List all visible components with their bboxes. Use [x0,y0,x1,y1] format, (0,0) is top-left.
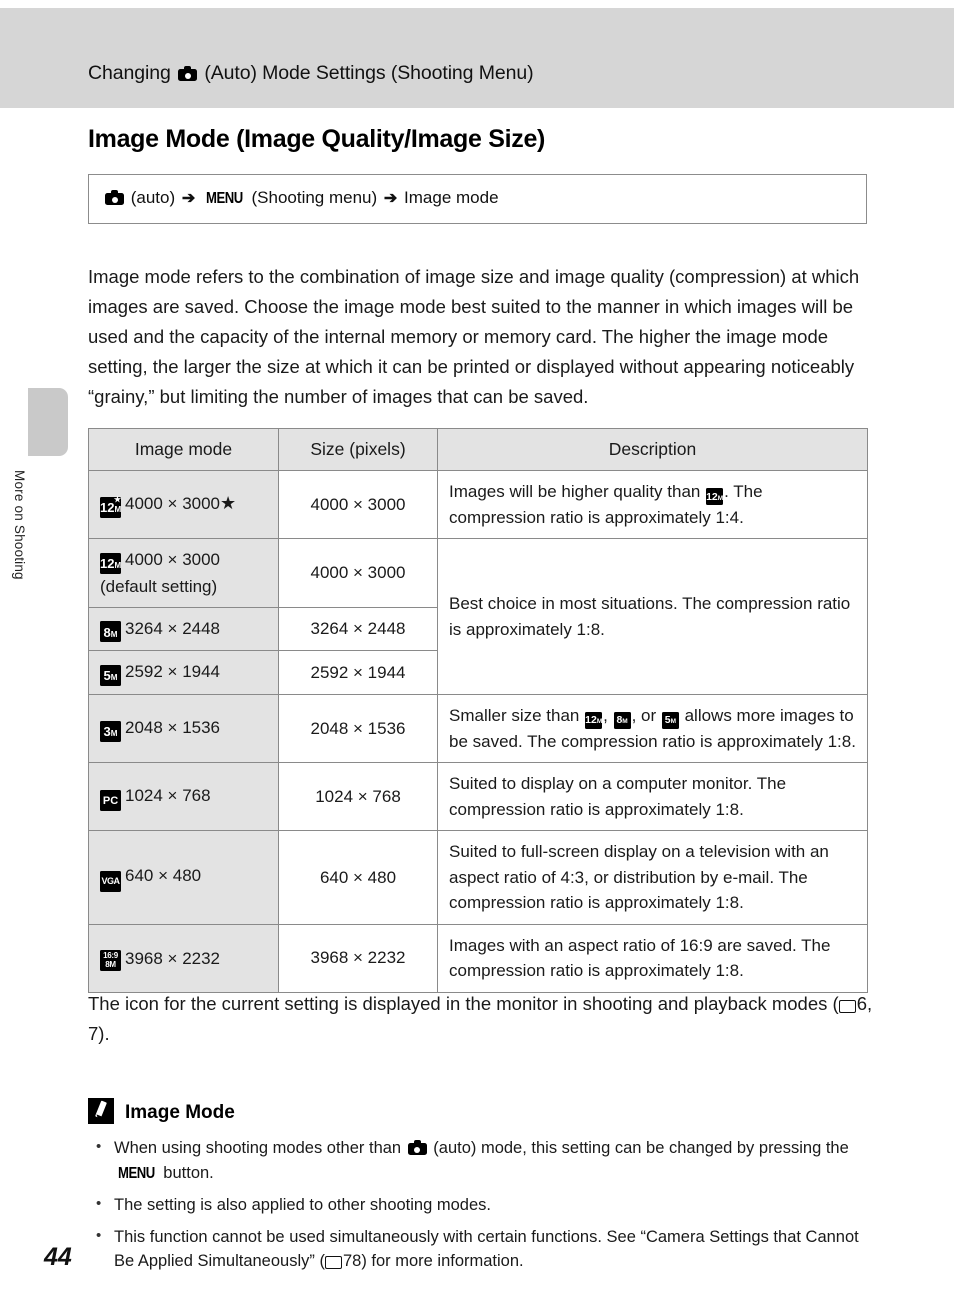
table-row: 16:9 8M 3968 × 2232 3968 × 2232 Images wit… [88,923,868,993]
mode-label: 640 × 480 [125,866,202,886]
mode-badge-8m: 8M [100,621,121,643]
mode-badge-5m-inline: 5M [661,711,679,729]
desc-sep-2: , or [631,705,661,725]
column-header-size: Size (pixels) [278,428,438,471]
cell-image-mode: 5M 2592 × 1944 [88,650,279,695]
table-row: PC 1024 × 768 1024 × 768 Suited to displa… [88,762,868,832]
cell-size: 2048 × 1536 [278,693,438,764]
mode-default-note: (default setting) [100,576,218,596]
table-row: 12M4000 × 3000★ 4000 × 3000 Images will … [88,469,868,540]
mode-badge-vga: VGA [100,870,121,892]
camera-icon [105,190,124,205]
cell-description: Images with an aspect ratio of 16:9 are … [437,923,868,993]
cell-description: Smaller size than 12M, 8M, or 5M allows … [437,693,868,764]
mode-badge-12m-star: 12M [100,496,121,518]
page-title: Image Mode (Image Quality/Image Size) [88,125,546,153]
mode-badge-12m-inline: 12M [585,711,602,729]
running-header-suffix: (Auto) Mode Settings (Shooting Menu) [204,62,534,84]
star-icon: ★ [220,493,237,514]
image-mode-table: Image mode Size (pixels) Description 12M… [88,428,868,993]
arrow-right-icon-2: ➔ [383,190,398,207]
cell-image-mode: 16:9 8M 3968 × 2232 [88,923,279,993]
cell-size: 3968 × 2232 [278,923,438,993]
mode-label: 4000 × 3000 [125,494,221,514]
column-header-description: Description [437,428,868,471]
table-header-row: Image mode Size (pixels) Description [88,428,868,471]
cell-image-mode: VGA 640 × 480 [88,830,279,925]
arrow-right-icon: ➔ [181,190,196,207]
mode-label: 3264 × 2448 [125,618,221,638]
chapter-thumb-tab [28,388,68,456]
note-text-mid: (auto) mode, this setting can be changed… [428,1139,849,1157]
cell-description-grouped: Best choice in most situations. The comp… [437,538,868,695]
mode-label: 3968 × 2232 [125,948,221,968]
list-item: When using shooting modes other than (au… [92,1135,882,1186]
list-item: The setting is also applied to other sho… [92,1192,882,1218]
running-header-prefix: Changing [88,62,171,84]
page-reference: 78 [342,1252,362,1270]
cell-description: Suited to full-screen display on a telev… [437,830,868,925]
note-heading-label: Image Mode [125,1102,235,1123]
cell-size: 1024 × 768 [278,762,438,832]
mode-badge-12m: 12M [100,552,121,574]
intro-paragraph: Image mode refers to the combination of … [88,265,860,408]
pencil-icon [88,1098,114,1124]
table-row: 12M 4000 × 3000 (default setting) 4000 × … [88,538,868,695]
note-text-plain: The setting is also applied to other sho… [114,1196,491,1214]
book-reference-icon [324,1255,342,1269]
after-table-text-post: ). [98,1022,110,1044]
mode-badge-5m: 5M [100,664,121,686]
menu-path-shooting-menu-label: (Shooting menu) [251,188,378,207]
running-header-text: Changing (Auto) Mode Settings (Shooting … [88,62,534,85]
cell-description: Images will be higher quality than 12M. … [437,469,868,540]
table-row: VGA 640 × 480 640 × 480 Suited to full-sc… [88,830,868,925]
desc-pre: Smaller size than [449,705,585,725]
page-number: 44 [44,1243,72,1271]
menu-button-glyph: MENU [118,1164,155,1182]
cell-image-mode: 3M 2048 × 1536 [88,693,279,764]
running-header-band [0,8,954,108]
chapter-tab-label: More on Shooting [12,470,27,580]
menu-path-text: (auto) ➔ MENU (Shooting menu) ➔ Image mo… [103,188,499,208]
book-reference-icon [838,999,856,1013]
note-bullet-list: When using shooting modes other than (au… [92,1135,882,1281]
mode-badge-16x9-8m: 16:9 8M [100,949,121,971]
camera-icon [407,1140,427,1155]
menu-path-auto-label: (auto) [130,188,176,207]
after-table-paragraph: The icon for the current setting is disp… [88,989,878,1049]
cell-image-mode: 12M 4000 × 3000 (default setting) [88,538,279,608]
menu-path-destination: Image mode [404,188,499,207]
list-item: This function cannot be used simultaneou… [92,1224,882,1274]
cell-size: 3264 × 2448 [278,606,438,652]
mode-badge-12m-inline: 12M [706,487,723,505]
mode-badge-pc: PC [100,790,121,812]
note-text-pre: When using shooting modes other than [114,1139,406,1157]
mode-label: 2592 × 1944 [125,662,221,682]
after-table-text-pre: The icon for the current setting is disp… [88,992,839,1014]
column-header-image-mode: Image mode [88,428,279,471]
cell-size: 2592 × 1944 [278,650,438,695]
cell-image-mode: 12M4000 × 3000★ [88,469,279,540]
note-text-post: button. [158,1163,214,1182]
desc-pre: Images will be higher quality than [449,482,706,501]
menu-button-glyph: MENU [206,190,243,207]
cell-image-mode: 8M 3264 × 2448 [88,606,279,652]
table-row: 3M 2048 × 1536 2048 × 1536 Smaller size t… [88,693,868,764]
mode-badge-8m-inline: 8M [613,711,631,729]
cell-size: 640 × 480 [278,830,438,925]
mode-label: 1024 × 768 [125,785,211,805]
cell-size: 4000 × 3000 [278,538,438,608]
note-heading: Image Mode [88,1098,235,1124]
mode-badge-3m: 3M [100,720,121,742]
desc-sep: , [603,705,613,725]
menu-path-box: (auto) ➔ MENU (Shooting menu) ➔ Image mo… [88,174,867,224]
cell-size: 4000 × 3000 [278,469,438,540]
cell-image-mode: PC 1024 × 768 [88,762,279,832]
mode-label: 2048 × 1536 [125,718,221,738]
camera-icon [178,66,198,81]
note-text-post: ) for more information. [361,1252,524,1270]
cell-description: Suited to display on a computer monitor.… [437,762,868,832]
mode-label: 4000 × 3000 [125,550,221,570]
